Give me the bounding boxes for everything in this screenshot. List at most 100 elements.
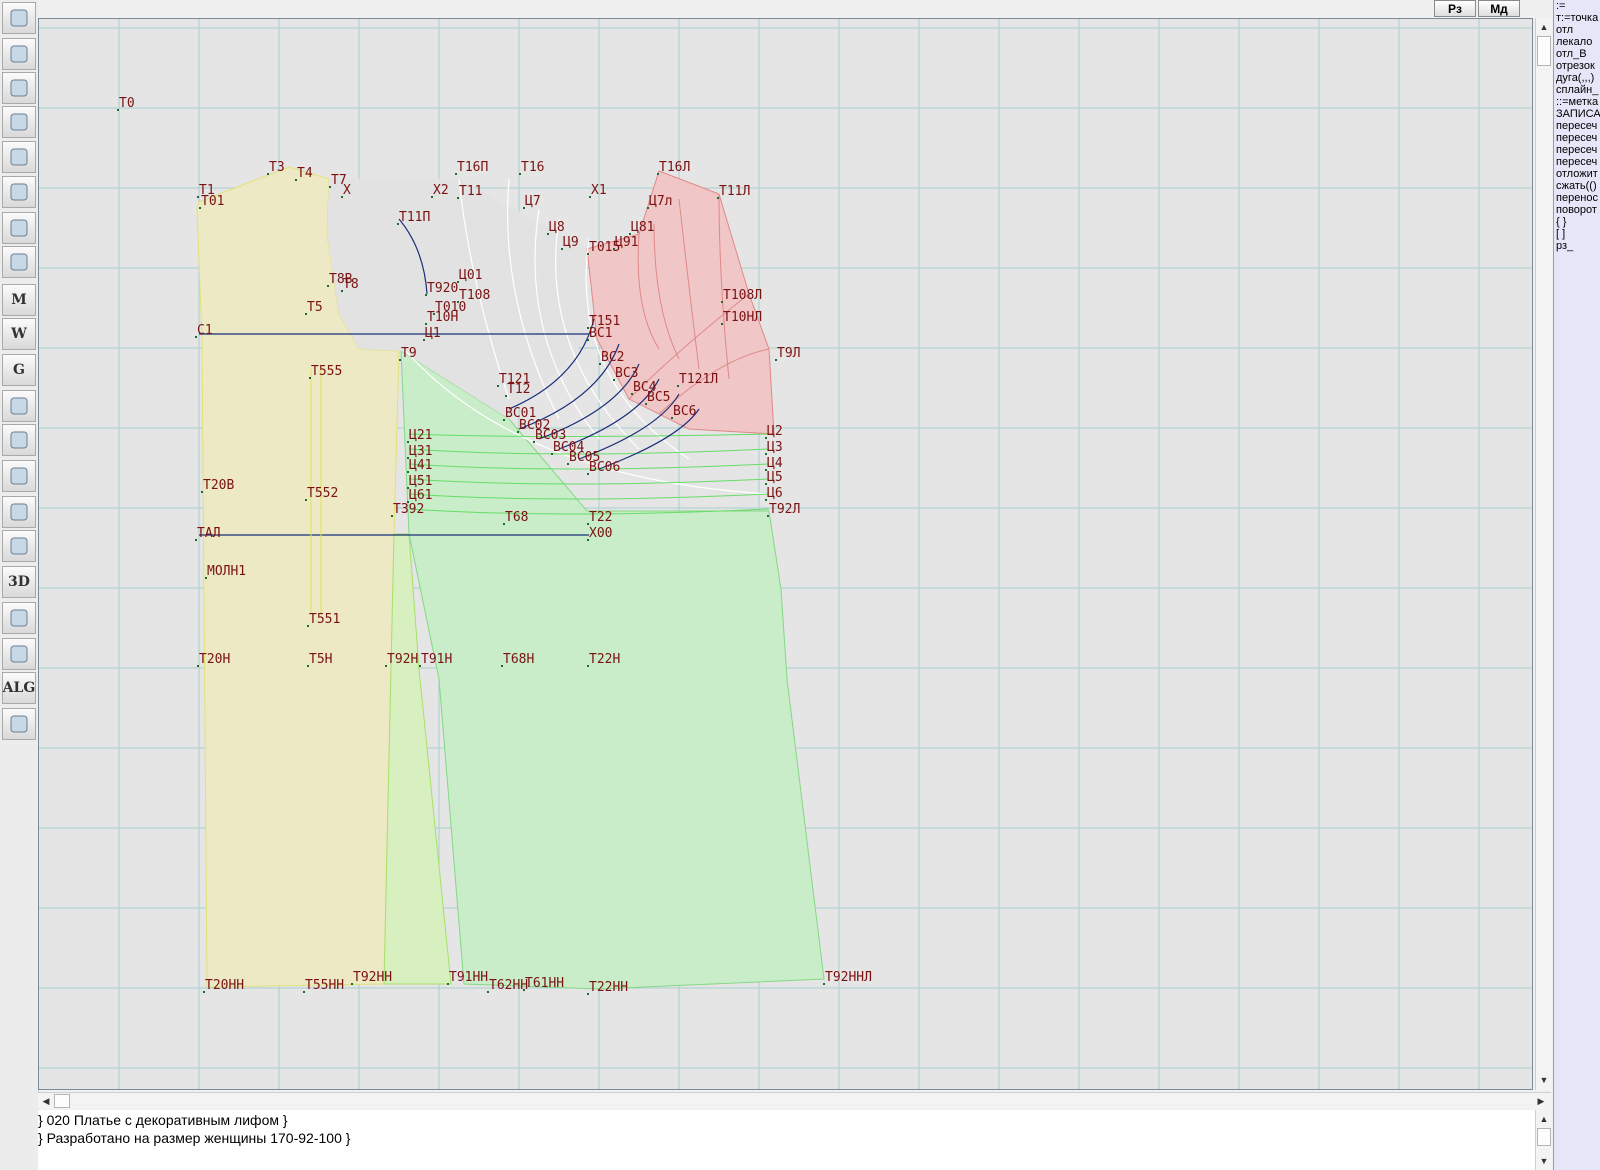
command-item[interactable]: отрезок [1554, 60, 1600, 72]
point-label[interactable]: Т9Л [777, 346, 800, 361]
text-area-scrollbar[interactable]: ▲ ▼ [1535, 1110, 1552, 1170]
point-label[interactable]: Т68Н [503, 652, 534, 667]
point-label[interactable]: Ц21 [409, 428, 432, 443]
point-label[interactable]: ВС3 [615, 366, 638, 381]
command-item[interactable]: пересеч [1554, 156, 1600, 168]
refresh-icon[interactable] [2, 2, 36, 34]
horizontal-scroll-thumb[interactable] [54, 1094, 70, 1108]
command-item[interactable]: отложит [1554, 168, 1600, 180]
point-label[interactable]: Т92НН [353, 970, 392, 985]
command-item[interactable]: сжать(() [1554, 180, 1600, 192]
point-label[interactable]: ВС06 [589, 460, 620, 475]
ruler-icon[interactable] [2, 390, 36, 422]
command-item[interactable]: т:=точка [1554, 12, 1600, 24]
point-label[interactable]: Т4 [297, 166, 313, 181]
point-label[interactable]: Т5Н [309, 652, 332, 667]
point-label[interactable]: ВС2 [601, 350, 624, 365]
point-label[interactable]: Т22 [589, 510, 612, 525]
face-icon[interactable] [2, 496, 36, 528]
point-label[interactable]: Т22НН [589, 980, 628, 995]
document-icon[interactable] [2, 602, 36, 634]
point-label[interactable]: Т16П [457, 160, 488, 175]
point-label[interactable]: Ц7л [649, 194, 672, 209]
command-item[interactable]: ЗАПИСА [1554, 108, 1600, 120]
point-label[interactable]: Т91Н [421, 652, 452, 667]
point-label[interactable]: Т551 [309, 612, 340, 627]
point-label[interactable]: Т121Л [679, 372, 718, 387]
command-item[interactable]: [ ] [1554, 228, 1600, 240]
command-item[interactable]: отл_В [1554, 48, 1600, 60]
3d-icon[interactable]: 3D [2, 566, 36, 598]
text-scroll-down-arrow-icon[interactable]: ▼ [1537, 1154, 1551, 1168]
point-label[interactable]: Т8 [343, 277, 359, 292]
text-scroll-up-arrow-icon[interactable]: ▲ [1537, 1112, 1551, 1126]
point-label[interactable]: Т20В [203, 478, 234, 493]
command-item[interactable]: лекало [1554, 36, 1600, 48]
md-button[interactable]: Мд [1478, 0, 1520, 17]
point-label[interactable]: Ц91 [615, 235, 638, 250]
command-item[interactable]: дуга(,,,) [1554, 72, 1600, 84]
point-label[interactable]: Х1 [591, 183, 607, 198]
point-label[interactable]: Т20Н [199, 652, 230, 667]
point-label[interactable]: Ц7 [525, 194, 541, 209]
point-label[interactable]: Ц6 [767, 486, 783, 501]
scroll-right-arrow-icon[interactable]: ▶ [1534, 1094, 1548, 1108]
point-label[interactable]: Т920 [427, 281, 458, 296]
command-item[interactable]: := [1554, 0, 1600, 12]
point-label[interactable]: Т61НН [525, 976, 564, 991]
point-label[interactable]: Т01 [201, 194, 224, 209]
point-label[interactable]: Ц81 [631, 220, 654, 235]
zoom-in-icon[interactable] [2, 38, 36, 70]
point-label[interactable]: Х [343, 183, 351, 198]
command-item[interactable]: перенос [1554, 192, 1600, 204]
command-item[interactable]: сплайн_ [1554, 84, 1600, 96]
grid-icon[interactable] [2, 141, 36, 173]
point-label[interactable]: Т12 [507, 382, 530, 397]
table-icon[interactable] [2, 460, 36, 492]
point-label[interactable]: Ц1 [425, 326, 441, 341]
exit-icon[interactable] [2, 708, 36, 740]
point-label[interactable]: Т22Н [589, 652, 620, 667]
line-tool-icon[interactable] [2, 176, 36, 208]
command-item[interactable]: пересеч [1554, 120, 1600, 132]
point-label[interactable]: Т11 [459, 184, 482, 199]
point-label[interactable]: Т16Л [659, 160, 690, 175]
zoom-fit-icon[interactable] [2, 106, 36, 138]
vertical-scrollbar[interactable]: ▲ ▼ [1535, 18, 1552, 1090]
point-label[interactable]: Т3 [269, 160, 285, 175]
point-label[interactable]: Т11П [399, 210, 430, 225]
scroll-down-arrow-icon[interactable]: ▼ [1537, 1073, 1551, 1087]
point-label[interactable]: Т552 [307, 486, 338, 501]
command-item[interactable]: поворот [1554, 204, 1600, 216]
point-label[interactable]: Т108Л [723, 288, 762, 303]
vertical-scroll-thumb[interactable] [1537, 36, 1551, 66]
point-label[interactable]: Х00 [589, 526, 612, 541]
point-label[interactable]: Т392 [393, 502, 424, 517]
point-label[interactable]: ВС1 [589, 326, 612, 341]
point-label[interactable]: Ц41 [409, 458, 432, 473]
g-tool-icon[interactable]: G [2, 354, 36, 386]
zoom-out-icon[interactable] [2, 72, 36, 104]
point-label[interactable]: Т92Н [387, 652, 418, 667]
point-label[interactable]: Т16 [521, 160, 544, 175]
stack-icon[interactable] [2, 638, 36, 670]
point-label[interactable]: ВС5 [647, 390, 670, 405]
point-label[interactable]: Ц61 [409, 488, 432, 503]
point-label[interactable]: Т20НН [205, 978, 244, 993]
jacket-icon[interactable] [2, 530, 36, 562]
point-label[interactable]: Т92ННЛ [825, 970, 872, 985]
point-label[interactable]: Ц5 [767, 470, 783, 485]
point-label[interactable]: Ц4 [767, 456, 783, 471]
m-tool-icon[interactable]: M [2, 284, 36, 316]
text-scroll-thumb[interactable] [1537, 1128, 1551, 1146]
point-label[interactable]: Т62НН [489, 978, 528, 993]
command-item[interactable]: пересеч [1554, 144, 1600, 156]
point-label[interactable]: ТАЛ [197, 526, 220, 541]
command-item[interactable]: отл [1554, 24, 1600, 36]
pattern-icon[interactable] [2, 246, 36, 278]
point-label[interactable]: ВС6 [673, 404, 696, 419]
point-label[interactable]: Ц9 [563, 235, 579, 250]
point-label[interactable]: Т55НН [305, 978, 344, 993]
point-label[interactable]: Ц31 [409, 444, 432, 459]
point-label[interactable]: Т68 [505, 510, 528, 525]
